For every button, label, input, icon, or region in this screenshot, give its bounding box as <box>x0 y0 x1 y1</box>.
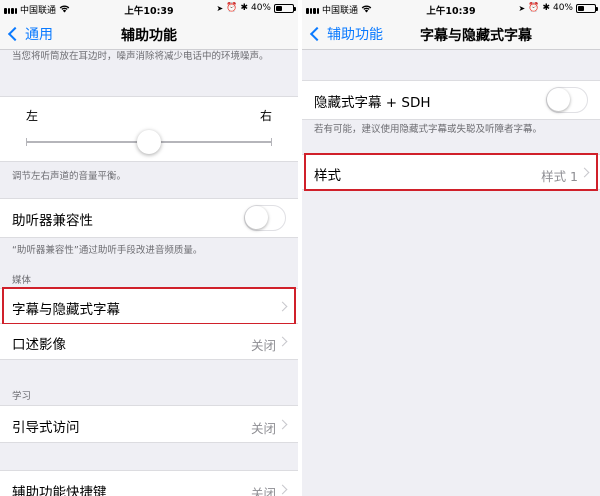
guided-access-cell[interactable]: 引导式访问 关闭 <box>0 405 298 443</box>
chevron-left-icon <box>309 26 325 42</box>
bluetooth-icon: ✱ <box>542 3 550 13</box>
battery-percent: 40% <box>250 3 271 13</box>
balance-cell: 左 右 <box>0 96 298 162</box>
cc-sdh-note: 若有可能，建议使用隐藏式字幕或失聪及听障者字幕。 <box>314 124 543 135</box>
balance-left-label: 左 <box>26 109 39 123</box>
cc-sdh-label: 隐藏式字幕 + SDH <box>314 95 431 111</box>
chevron-right-icon <box>579 167 590 178</box>
battery-icon <box>274 3 296 13</box>
alarm-icon: ⏰ <box>226 3 238 13</box>
style-label: 样式 <box>314 168 341 184</box>
noise-cancellation-note: 当您将听筒放在耳边时，噪声消除将减少电话中的环境噪声。 <box>12 51 269 62</box>
audio-description-value: 关闭 <box>250 338 276 353</box>
cc-sdh-cell: 隐藏式字幕 + SDH <box>302 80 600 120</box>
audio-description-cell[interactable]: 口述影像 关闭 <box>0 324 298 360</box>
subtitles-label: 字幕与隐藏式字幕 <box>12 302 120 318</box>
chevron-right-icon <box>277 419 288 430</box>
balance-right-label: 右 <box>259 109 272 123</box>
hearing-aid-note: “助听器兼容性”通过助听手段改进音频质量。 <box>12 245 203 256</box>
cc-sdh-toggle[interactable] <box>546 87 588 113</box>
status-bar: 中国联通 上午10:39 ➤ ⏰ ✱ 40% <box>302 0 600 18</box>
subtitles-cell[interactable]: 字幕与隐藏式字幕 <box>0 288 298 324</box>
accessibility-shortcut-cell[interactable]: 辅助功能快捷键 关闭 <box>0 470 298 496</box>
page-title: 辅助功能 <box>121 28 177 44</box>
balance-slider-thumb[interactable] <box>137 130 161 154</box>
balance-note: 调节左右声道的音量平衡。 <box>12 171 127 182</box>
style-value: 样式 1 <box>541 169 578 184</box>
battery-percent: 40% <box>552 3 573 13</box>
chevron-right-icon <box>277 301 288 312</box>
subtitles-screen: 中国联通 上午10:39 ➤ ⏰ ✱ 40% 辅助功能 字幕与隐藏式字幕 隐藏式… <box>302 0 600 496</box>
style-cell[interactable]: 样式 样式 1 <box>302 154 600 190</box>
balance-slider[interactable] <box>26 130 272 154</box>
bluetooth-icon: ✱ <box>240 3 248 13</box>
navigation-bar: 辅助功能 字幕与隐藏式字幕 <box>302 18 600 50</box>
hearing-aid-cell: 助听器兼容性 <box>0 198 298 238</box>
alarm-icon: ⏰ <box>528 3 540 13</box>
battery-icon <box>576 3 598 13</box>
audio-description-label: 口述影像 <box>12 337 66 353</box>
accessibility-screen: 中国联通 上午10:39 ➤ ⏰ ✱ 40% 通用 辅助功能 当您将听筒放在耳边… <box>0 0 298 496</box>
navigation-bar: 通用 辅助功能 <box>0 18 298 50</box>
media-section-header: 媒体 <box>12 275 32 286</box>
status-bar: 中国联通 上午10:39 ➤ ⏰ ✱ 40% <box>0 0 298 18</box>
page-title: 字幕与隐藏式字幕 <box>420 28 532 44</box>
accessibility-shortcut-label: 辅助功能快捷键 <box>12 485 107 496</box>
hearing-aid-toggle[interactable] <box>244 205 286 231</box>
hearing-aid-label: 助听器兼容性 <box>12 213 93 229</box>
guided-access-value: 关闭 <box>250 421 276 436</box>
location-icon: ➤ <box>216 3 224 13</box>
guided-access-label: 引导式访问 <box>12 420 80 436</box>
learning-section-header: 学习 <box>12 391 32 402</box>
accessibility-shortcut-value: 关闭 <box>250 486 276 496</box>
location-icon: ➤ <box>518 3 526 13</box>
chevron-right-icon <box>277 484 288 495</box>
chevron-right-icon <box>277 336 288 347</box>
